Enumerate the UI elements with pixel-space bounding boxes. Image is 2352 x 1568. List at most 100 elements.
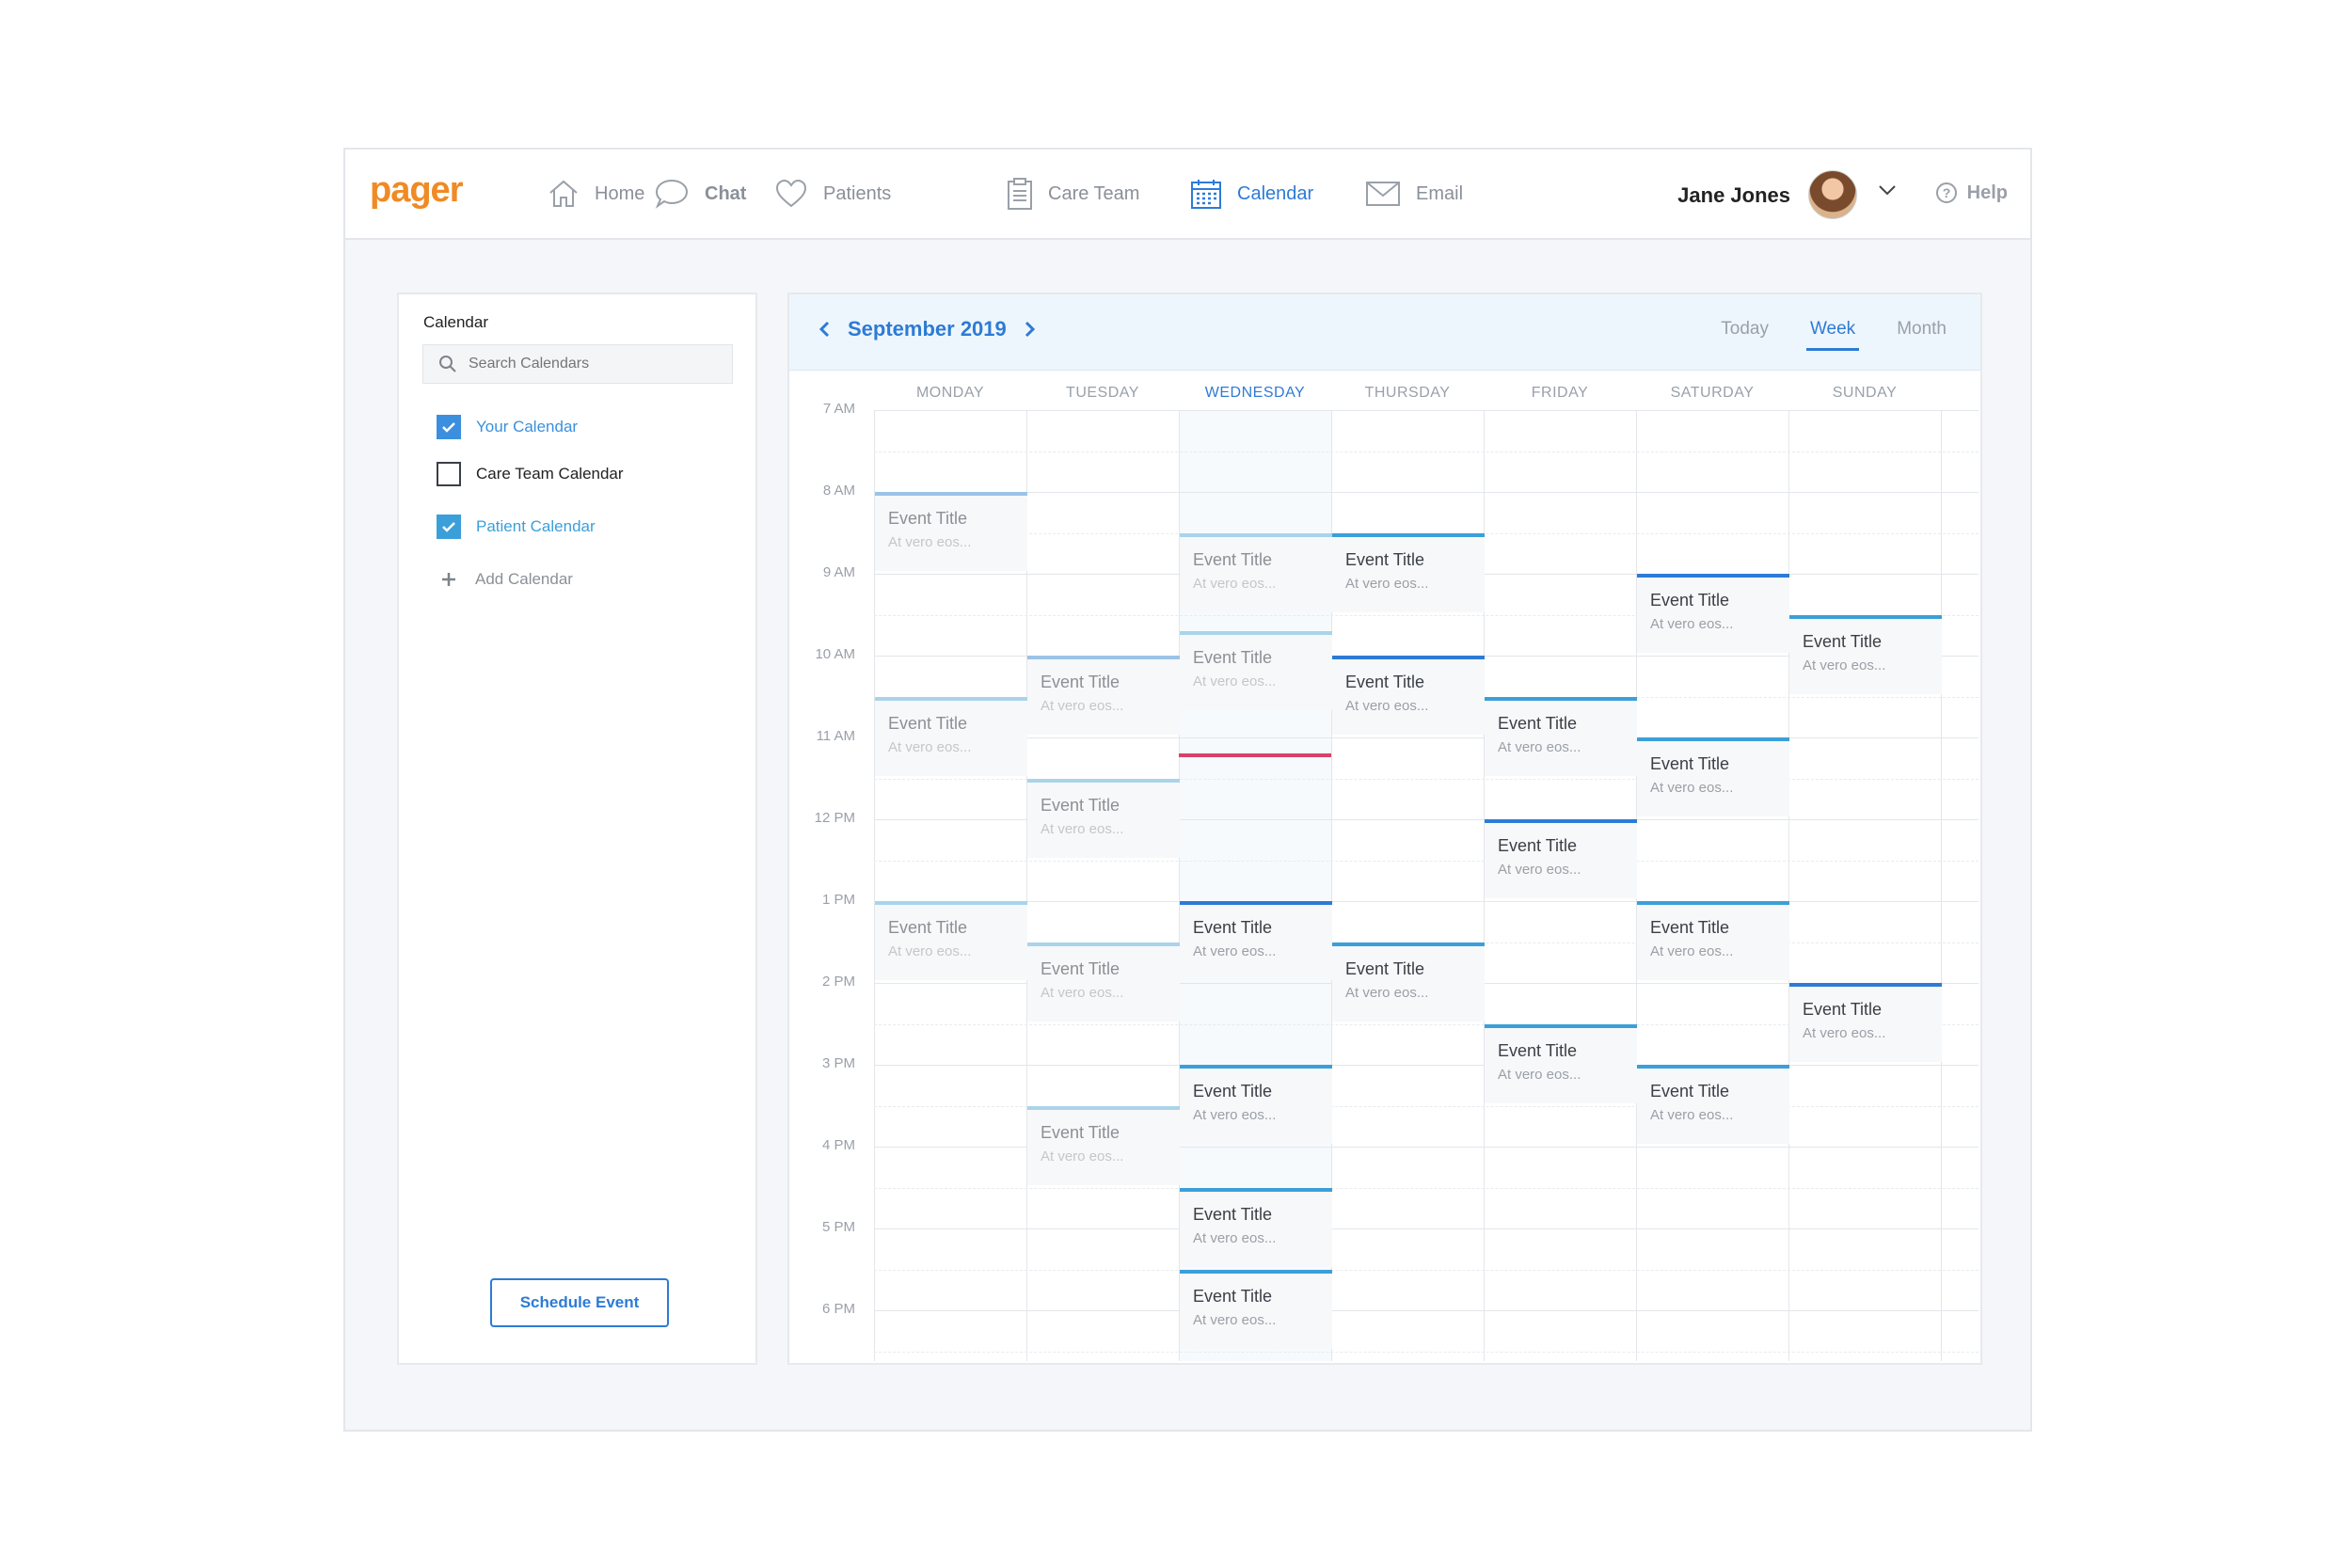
calendar-event[interactable]: Event Title At vero eos...	[875, 901, 1027, 980]
schedule-event-button[interactable]: Schedule Event	[490, 1278, 669, 1327]
day-header-friday[interactable]: FRIDAY	[1484, 385, 1636, 402]
calendar-event[interactable]: Event Title At vero eos...	[1332, 942, 1485, 1022]
calendar-event[interactable]: Event Title At vero eos...	[1637, 1065, 1789, 1144]
event-color-bar	[1485, 819, 1637, 823]
calendar-event[interactable]: Event Title At vero eos...	[1332, 656, 1485, 735]
calendar-event[interactable]: Event Title At vero eos...	[1637, 901, 1789, 980]
hour-line	[874, 901, 1979, 902]
calendar-event[interactable]: Event Title At vero eos...	[1027, 1105, 1180, 1185]
calendar-event[interactable]: Event Title At vero eos...	[1180, 1187, 1332, 1267]
event-color-bar	[875, 492, 1027, 496]
event-color-bar	[1180, 901, 1332, 905]
event-subtitle: At vero eos...	[888, 738, 972, 755]
app-window: pager Home Chat Patients Care Team Calen…	[343, 148, 2032, 1432]
calendar-event[interactable]: Event Title At vero eos...	[1027, 656, 1180, 735]
chevron-down-icon[interactable]	[1878, 183, 1897, 201]
day-header-saturday[interactable]: SATURDAY	[1636, 385, 1788, 402]
calendar-event[interactable]: Event Title At vero eos...	[1180, 532, 1332, 612]
nav-email-label: Email	[1416, 182, 1464, 204]
calendar-event[interactable]: Event Title At vero eos...	[1789, 614, 1942, 694]
calendar-event[interactable]: Event Title At vero eos...	[875, 492, 1027, 571]
day-header-sunday[interactable]: SUNDAY	[1788, 385, 1941, 402]
add-calendar-button[interactable]: Add Calendar	[441, 570, 573, 589]
day-header-monday[interactable]: MONDAY	[874, 385, 1026, 402]
hour-line	[874, 1065, 1979, 1066]
pager-logo[interactable]: pager	[370, 170, 463, 211]
event-title: Event Title	[1650, 918, 1730, 937]
calendar-event[interactable]: Event Title At vero eos...	[1027, 942, 1180, 1022]
calendar-event[interactable]: Event Title At vero eos...	[875, 696, 1027, 776]
calendar-event[interactable]: Event Title At vero eos...	[1485, 696, 1637, 776]
week-grid[interactable]: Event Title At vero eos... Event Title At v…	[874, 410, 1979, 1361]
event-title: Event Title	[1498, 713, 1578, 733]
event-color-bar	[1027, 942, 1180, 946]
nav-calendar[interactable]: Calendar	[1190, 150, 1313, 238]
calendar-event[interactable]: Event Title At vero eos...	[1180, 1065, 1332, 1144]
calendar-event[interactable]: Event Title At vero eos...	[1180, 901, 1332, 980]
checkmark-icon	[442, 422, 455, 433]
event-subtitle: At vero eos...	[1345, 984, 1429, 1001]
top-nav-bar: pager Home Chat Patients Care Team Calen…	[345, 150, 2030, 240]
user-name[interactable]: Jane Jones	[1677, 183, 1790, 208]
month-label: September 2019	[848, 317, 1007, 341]
calendar-event[interactable]: Event Title At vero eos...	[1637, 574, 1789, 653]
calendar-event[interactable]: Event Title At vero eos...	[1485, 1023, 1637, 1103]
event-subtitle: At vero eos...	[1193, 1311, 1277, 1328]
help-link[interactable]: ? Help	[1935, 182, 2008, 204]
event-color-bar	[1332, 656, 1485, 659]
day-header-tuesday[interactable]: TUESDAY	[1026, 385, 1179, 402]
calendar-event[interactable]: Event Title At vero eos...	[1637, 737, 1789, 816]
search-input[interactable]	[467, 355, 715, 373]
nav-home[interactable]: Home	[548, 150, 644, 238]
calendar-event[interactable]: Event Title At vero eos...	[1180, 630, 1332, 710]
month-navigation: September 2019	[818, 317, 1037, 341]
event-color-bar	[1637, 737, 1789, 741]
calendar-event[interactable]: Event Title At vero eos...	[1027, 778, 1180, 858]
calendar-item-care-team[interactable]: Care Team Calendar	[437, 462, 624, 486]
time-label: 7 AM	[822, 401, 855, 417]
view-month[interactable]: Month	[1897, 319, 1947, 340]
grid-column-divider	[1941, 410, 1942, 1361]
day-header-wednesday[interactable]: WEDNESDAY	[1179, 385, 1331, 402]
event-subtitle: At vero eos...	[1193, 575, 1277, 592]
nav-home-label: Home	[595, 182, 645, 204]
event-subtitle: At vero eos...	[1041, 984, 1124, 1001]
next-month-icon[interactable]	[1024, 321, 1037, 338]
search-icon	[439, 356, 456, 372]
calendar-event[interactable]: Event Title At vero eos...	[1789, 983, 1942, 1062]
search-calendars[interactable]	[422, 344, 733, 384]
event-subtitle: At vero eos...	[1498, 738, 1581, 755]
patient-calendar-checkbox[interactable]	[437, 515, 461, 539]
event-subtitle: At vero eos...	[1041, 820, 1124, 837]
calendar-event[interactable]: Event Title At vero eos...	[1485, 819, 1637, 898]
event-color-bar	[1485, 1023, 1637, 1028]
calendar-item-your-calendar[interactable]: Your Calendar	[437, 415, 578, 439]
time-label: 8 AM	[822, 483, 855, 499]
event-subtitle: At vero eos...	[1650, 1107, 1734, 1123]
event-color-bar	[1027, 778, 1180, 783]
time-label: 1 PM	[821, 892, 855, 908]
time-label: 11 AM	[816, 728, 855, 744]
your-calendar-checkbox[interactable]	[437, 415, 461, 439]
checkmark-icon	[442, 522, 455, 532]
hour-line	[874, 737, 1979, 738]
calendar-item-patient[interactable]: Patient Calendar	[437, 515, 596, 539]
avatar[interactable]	[1808, 170, 1857, 219]
care-team-calendar-checkbox[interactable]	[437, 462, 461, 486]
event-color-bar	[1180, 1065, 1332, 1069]
prev-month-icon[interactable]	[818, 321, 831, 338]
event-title: Event Title	[1041, 958, 1120, 978]
event-title: Event Title	[888, 713, 968, 733]
half-hour-line	[874, 860, 1979, 862]
nav-email[interactable]: Email	[1365, 150, 1463, 238]
nav-care-team[interactable]: Care Team	[1007, 150, 1139, 238]
calendar-event[interactable]: Event Title At vero eos...	[1180, 1269, 1332, 1349]
view-switcher: Today Week Month	[1721, 319, 1947, 351]
day-header-thursday[interactable]: THURSDAY	[1331, 385, 1484, 402]
nav-chat[interactable]: Chat	[654, 150, 746, 238]
event-color-bar	[1789, 983, 1942, 987]
view-week[interactable]: Week	[1805, 319, 1860, 351]
nav-patients[interactable]: Patients	[774, 150, 891, 238]
calendar-event[interactable]: Event Title At vero eos...	[1332, 532, 1485, 612]
view-today[interactable]: Today	[1721, 319, 1769, 340]
